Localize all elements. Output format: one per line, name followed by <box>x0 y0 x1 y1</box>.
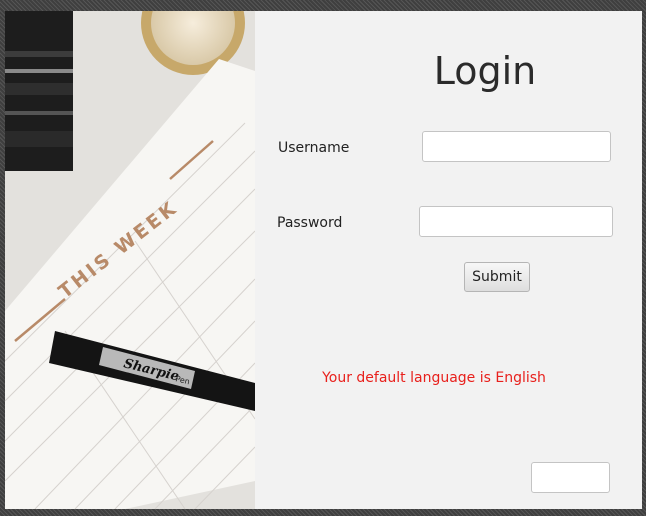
planner-photo: THIS WEEK Sharpie Pen <box>5 11 255 509</box>
username-label: Username <box>278 140 350 156</box>
login-window: THIS WEEK Sharpie Pen Login Username Pas… <box>5 11 642 509</box>
password-field[interactable] <box>419 206 613 237</box>
submit-button[interactable]: Submit <box>464 262 530 292</box>
camera-lens <box>5 11 73 171</box>
language-message: Your default language is English <box>322 370 546 386</box>
password-label: Password <box>277 215 343 231</box>
page-title: Login <box>433 49 537 93</box>
username-field[interactable] <box>422 131 611 162</box>
language-field[interactable] <box>531 462 610 493</box>
planner-photo-art: THIS WEEK Sharpie Pen <box>5 11 255 509</box>
